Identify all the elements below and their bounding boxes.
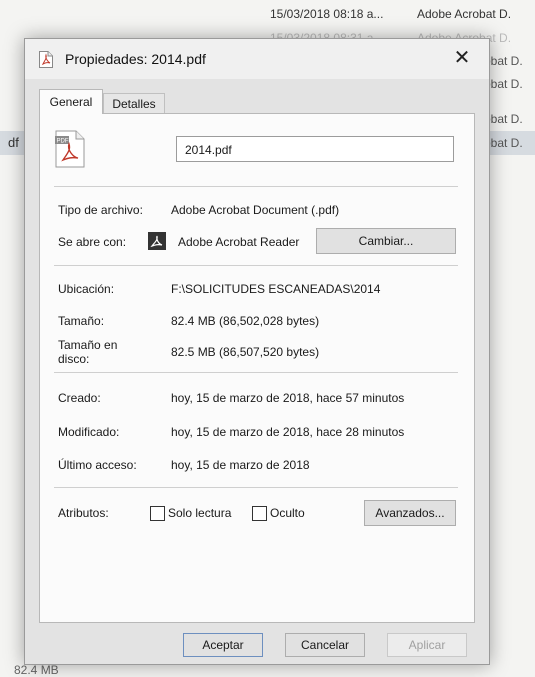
close-button[interactable]: ✕: [449, 45, 475, 71]
location-label: Ubicación:: [58, 282, 115, 296]
cancel-button[interactable]: Cancelar: [285, 633, 365, 657]
tab-details[interactable]: Detalles: [103, 93, 165, 114]
hidden-checkbox[interactable]: [252, 506, 267, 521]
background-date: 15/03/2018 08:18 a...: [270, 7, 384, 21]
title-bar[interactable]: Propiedades: 2014.pdf ✕: [25, 39, 489, 79]
opens-with-label: Se abre con:: [58, 235, 127, 249]
size-value: 82.4 MB (86,502,028 bytes): [171, 314, 320, 328]
dialog-title: Propiedades: 2014.pdf: [65, 51, 206, 67]
separator: [54, 265, 458, 266]
separator: [54, 186, 458, 187]
separator: [54, 487, 458, 488]
tab-general[interactable]: General: [39, 89, 103, 114]
apply-button[interactable]: Aplicar: [387, 633, 467, 657]
change-button[interactable]: Cambiar...: [316, 228, 456, 254]
general-tab-panel: PDF 2014.pdf Tipo de archivo: Adobe Acro…: [39, 113, 475, 623]
size-label: Tamaño:: [58, 314, 105, 328]
disk-size-value: 82.5 MB (86,507,520 bytes): [171, 345, 320, 359]
acrobat-app-icon: [148, 232, 166, 250]
disk-size-label: Tamaño en: [58, 338, 118, 352]
file-type-label: Tipo de archivo:: [58, 203, 143, 217]
file-type-value: Adobe Acrobat Document (.pdf): [171, 203, 340, 217]
file-name-field[interactable]: 2014.pdf: [176, 136, 454, 162]
pdf-document-icon: PDF: [55, 130, 85, 168]
last-access-label: Último acceso:: [58, 458, 137, 472]
readonly-checkbox[interactable]: [150, 506, 165, 521]
created-label: Creado:: [58, 391, 101, 405]
ok-button[interactable]: Aceptar: [183, 633, 263, 657]
separator: [54, 372, 458, 373]
modified-value: hoy, 15 de marzo de 2018, hace 28 minuto…: [171, 425, 405, 439]
background-type: Adobe Acrobat D.: [417, 7, 512, 21]
opens-with-value: Adobe Acrobat Reader: [178, 235, 300, 249]
attributes-label: Atributos:: [58, 506, 109, 520]
pdf-file-icon: [39, 51, 53, 68]
last-access-value: hoy, 15 de marzo de 2018: [171, 458, 310, 472]
created-value: hoy, 15 de marzo de 2018, hace 57 minuto…: [171, 391, 405, 405]
properties-dialog: Propiedades: 2014.pdf ✕ General Detalles…: [24, 38, 490, 665]
disk-size-label-line2: disco:: [58, 352, 90, 366]
svg-text:PDF: PDF: [57, 139, 69, 145]
location-value: F:\SOLICITUDES ESCANEADAS\2014: [171, 282, 381, 296]
hidden-label[interactable]: Oculto: [270, 506, 305, 520]
readonly-label[interactable]: Solo lectura: [168, 506, 231, 520]
advanced-button[interactable]: Avanzados...: [364, 500, 456, 526]
background-status-size: 82.4 MB: [14, 663, 59, 677]
modified-label: Modificado:: [58, 425, 120, 439]
background-filename-fragment: df: [8, 135, 19, 150]
